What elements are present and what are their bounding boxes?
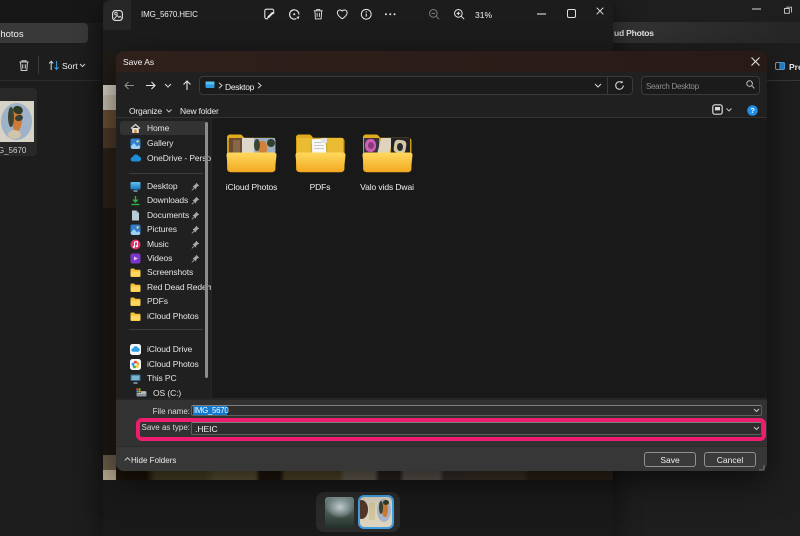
svg-text:?: ?: [750, 106, 755, 115]
